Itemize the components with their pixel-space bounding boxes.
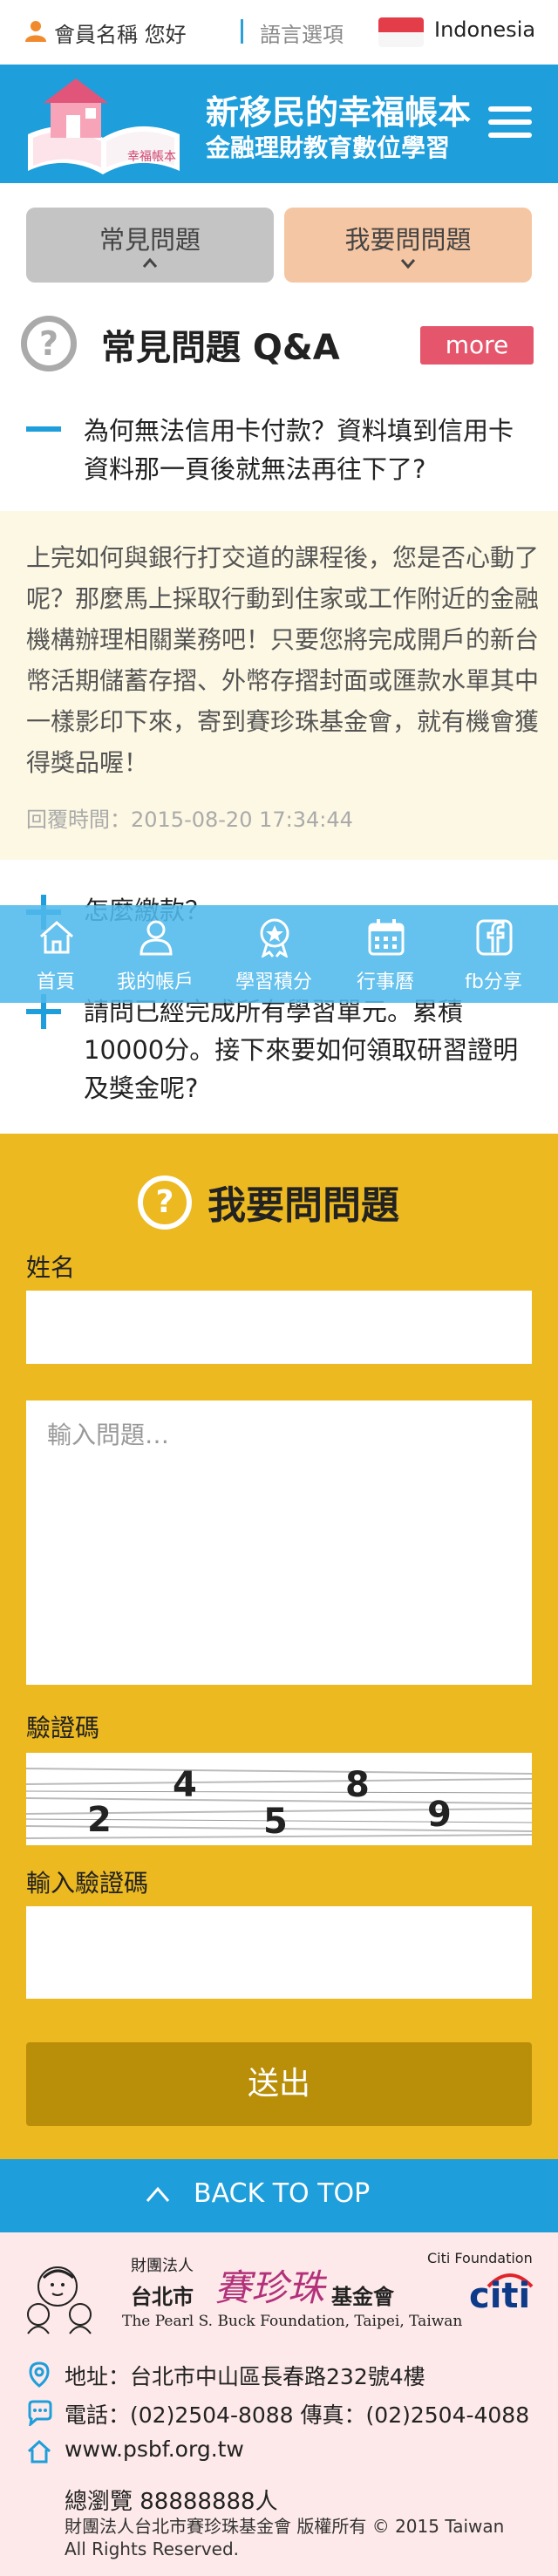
logo-book-house-icon[interactable]: 幸福帳本 [23,73,185,176]
user-icon [140,920,173,956]
foundation-suffix: 基金會 [331,2285,394,2309]
citi-foundation-label: Citi Foundation [427,2250,533,2266]
reply-time: 回覆時間：2015-08-20 17:34:44 [26,808,353,832]
hamburger-icon[interactable] [488,106,532,141]
divider [241,19,243,44]
captcha-digit: 5 [263,1802,288,1842]
captcha-digit: 8 [345,1765,370,1805]
facebook-icon [476,919,513,956]
faq-answer-text: 上完如何與銀行打交道的課程後，您是否心動了呢？那麼馬上採取行動到住家或工作附近的… [26,543,540,777]
home-icon [40,920,73,954]
captcha-image[interactable]: 2 4 5 8 9 [26,1753,532,1845]
nav-fb-share[interactable]: fb分享 [441,905,546,1003]
foundation-city: 台北市 [131,2285,194,2309]
nav-calendar[interactable]: 行事曆 [333,905,438,1003]
indonesia-flag-icon[interactable] [378,17,424,47]
nav-home[interactable]: 首頁 [3,905,108,1003]
language-selector[interactable]: 語言選項 [260,17,344,48]
question-mark-icon: ? [138,1176,192,1230]
logo-title[interactable]: 新移民的幸福帳本 [206,85,471,133]
home-icon [27,2439,51,2464]
tab-ask-label: 我要問問題 [344,225,472,255]
faq-question-3[interactable]: 請問已經完成所有學習單元。累積10000分。接下來要如何領取研習證明及獎金呢? [84,992,537,1107]
badge-icon [260,918,289,957]
back-to-top-button[interactable]: BACK TO TOP [0,2159,558,2232]
name-label: 姓名 [26,1253,76,1282]
captcha-label: 驗證碼 [26,1714,100,1742]
chevron-up-icon [142,257,158,268]
faq-answer-1: 上完如何與銀行打交道的課程後，您是否心動了呢？那麼馬上採取行動到住家或工作附近的… [0,511,558,860]
copyright: 財團法人台北市賽珍珠基金會 版權所有 © 2015 Taiwan All Rig… [65,2516,505,2559]
bottom-nav: 首頁 我的帳戶 學習積分 行事曆 fb分享 [0,905,558,1003]
captcha-digit: 4 [173,1765,197,1805]
captcha-digit: 9 [427,1795,452,1835]
tab-ask-question[interactable]: 我要問問題 [284,208,532,283]
logo-subtitle: 金融理財教育數位學習 [206,133,451,162]
logo-book-text: 幸福帳本 [127,150,176,164]
tab-faq[interactable]: 常見問題 [26,208,274,283]
submit-button[interactable]: 送出 [26,2042,532,2126]
site-header: 幸福帳本 新移民的幸福帳本 金融理財教育數位學習 [0,65,558,183]
location-pin-icon [29,2361,50,2388]
captcha-input-label: 輸入驗證碼 [26,1869,149,1898]
ask-question-section: ? 我要問問題 姓名 輸入問題… 驗證碼 2 4 5 8 9 輸入驗證碼 送出 [0,1134,558,2159]
faq-question-1[interactable]: 為何無法信用卡付款？資料填到信用卡資料那一頁後就無法再往下了? [84,412,537,488]
chat-phone-icon [28,2400,52,2426]
captcha-input[interactable] [26,1906,532,1999]
current-country[interactable]: Indonesia [434,17,535,42]
citi-logo: citi [469,2276,531,2316]
foundation-brand: 賽珍珠 [214,2266,325,2309]
foundation-prefix: 財團法人 [131,2257,194,2275]
chevron-up-icon [146,2186,170,2202]
foundation-logo-icon [27,2266,92,2334]
name-input[interactable] [26,1291,532,1364]
nav-my-account[interactable]: 我的帳戶 [103,905,208,1003]
captcha-digit: 2 [87,1800,112,1840]
footer: 財團法人 台北市 賽珍珠 基金會 The Pearl S. Buck Found… [0,2232,558,2576]
minus-icon[interactable] [26,412,61,446]
top-bar: 會員名稱 您好 語言選項 Indonesia [0,0,558,65]
nav-learning-points[interactable]: 學習積分 [221,905,326,1003]
calendar-icon [368,919,405,956]
question-textarea[interactable]: 輸入問題… [26,1400,532,1685]
user-icon [25,21,46,42]
question-mark-icon: ? [21,316,77,371]
visit-counter: 總瀏覽 88888888人 [65,2489,278,2515]
chevron-down-icon [400,259,416,269]
more-button[interactable]: more [420,326,534,365]
foundation-english-name: The Pearl S. Buck Foundation, Taipei, Ta… [122,2313,463,2330]
faq-title: 常見問題 Q&A [101,328,340,368]
member-greeting[interactable]: 會員名稱 您好 [54,17,187,48]
tab-faq-label: 常見問題 [99,225,201,255]
ask-title: 我要問問題 [208,1183,399,1228]
